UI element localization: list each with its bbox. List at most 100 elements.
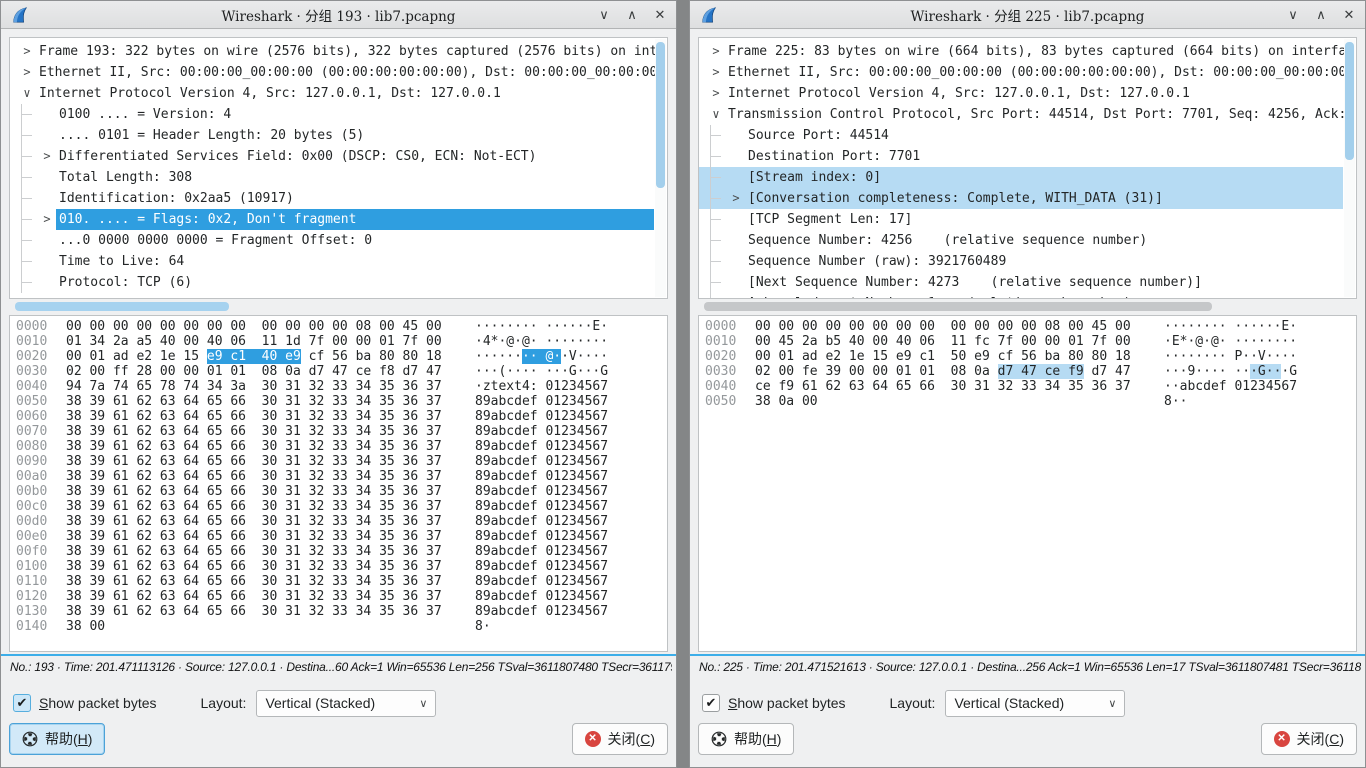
tree-row[interactable]: [Stream index: 0] bbox=[699, 167, 1343, 188]
chevron-collapsed-icon[interactable]: > bbox=[707, 62, 725, 83]
show-packet-bytes-checkbox[interactable]: ✔ bbox=[13, 694, 31, 712]
packet-detail-tree[interactable]: >Frame 225: 83 bytes on wire (664 bits),… bbox=[698, 37, 1357, 299]
hex-row[interactable]: 00b038 39 61 62 63 64 65 66 30 31 32 33 … bbox=[10, 484, 667, 499]
hex-ascii: 89abcdef 01234567 bbox=[475, 439, 608, 454]
hex-row[interactable]: 00e038 39 61 62 63 64 65 66 30 31 32 33 … bbox=[10, 529, 667, 544]
tree-vertical-scrollbar[interactable] bbox=[655, 39, 666, 297]
tree-row[interactable]: >Frame 225: 83 bytes on wire (664 bits),… bbox=[699, 41, 1343, 62]
maximize-window-icon[interactable]: ∧ bbox=[1313, 1, 1329, 29]
hex-row[interactable]: 014038 008· bbox=[10, 619, 667, 634]
chevron-collapsed-icon[interactable]: > bbox=[707, 83, 725, 104]
close-button[interactable]: ✕ 关闭(C) bbox=[1261, 723, 1357, 755]
tree-row[interactable]: [Next Sequence Number: 4273 (relative se… bbox=[699, 272, 1343, 293]
hex-row[interactable]: 003002 00 ff 28 00 00 01 01 08 0a d7 47 … bbox=[10, 364, 667, 379]
ascii: 89abcdef 01234567 bbox=[475, 394, 608, 409]
hex-row[interactable]: 00d038 39 61 62 63 64 65 66 30 31 32 33 … bbox=[10, 514, 667, 529]
tree-row[interactable]: Source Port: 44514 bbox=[699, 125, 1343, 146]
chevron-collapsed-icon[interactable]: > bbox=[707, 41, 725, 62]
tree-row[interactable]: [TCP Segment Len: 17] bbox=[699, 209, 1343, 230]
tree-row[interactable]: 0100 .... = Version: 4 bbox=[10, 104, 654, 125]
hex-row[interactable]: 009038 39 61 62 63 64 65 66 30 31 32 33 … bbox=[10, 454, 667, 469]
scrollbar-thumb[interactable] bbox=[704, 302, 1212, 311]
tree-row-label: Internet Protocol Version 4, Src: 127.0.… bbox=[725, 83, 1193, 104]
hex-row[interactable]: 001000 45 2a b5 40 00 40 06 11 fc 7f 00 … bbox=[699, 334, 1356, 349]
hex-row[interactable]: 004094 7a 74 65 78 74 34 3a 30 31 32 33 … bbox=[10, 379, 667, 394]
hex-bytes: 38 39 61 62 63 64 65 66 30 31 32 33 34 3… bbox=[66, 574, 451, 589]
chevron-collapsed-icon[interactable]: > bbox=[38, 209, 56, 230]
layout-dropdown[interactable]: Vertical (Stacked) ∨ bbox=[256, 690, 436, 717]
hex-row[interactable]: 011038 39 61 62 63 64 65 66 30 31 32 33 … bbox=[10, 574, 667, 589]
tree-row[interactable]: >Ethernet II, Src: 00:00:00_00:00:00 (00… bbox=[699, 62, 1343, 83]
packet-bytes-hexdump[interactable]: 000000 00 00 00 00 00 00 00 00 00 00 00 … bbox=[698, 315, 1357, 652]
tree-row[interactable]: Protocol: TCP (6) bbox=[10, 272, 654, 293]
chevron-collapsed-icon[interactable]: > bbox=[38, 146, 56, 167]
hex-row[interactable]: 000000 00 00 00 00 00 00 00 00 00 00 00 … bbox=[699, 319, 1356, 334]
help-button[interactable]: 帮助(H) bbox=[9, 723, 105, 755]
tree-row[interactable]: Time to Live: 64 bbox=[10, 251, 654, 272]
tree-row[interactable]: Total Length: 308 bbox=[10, 167, 654, 188]
chevron-collapsed-icon[interactable]: > bbox=[18, 41, 36, 62]
hex-offset: 00f0 bbox=[16, 544, 58, 559]
hex-row[interactable]: 003002 00 fe 39 00 00 01 01 08 0a d7 47 … bbox=[699, 364, 1356, 379]
tree-row[interactable]: Identification: 0x2aa5 (10917) bbox=[10, 188, 654, 209]
shade-window-icon[interactable]: ∨ bbox=[596, 1, 612, 29]
chevron-expanded-icon[interactable]: ∨ bbox=[18, 83, 36, 104]
close-window-icon[interactable]: ✕ bbox=[652, 1, 668, 29]
packet-bytes-hexdump[interactable]: 000000 00 00 00 00 00 00 00 00 00 00 00 … bbox=[9, 315, 668, 652]
tree-row[interactable]: Sequence Number: 4256 (relative sequence… bbox=[699, 230, 1343, 251]
hex-row[interactable]: 00f038 39 61 62 63 64 65 66 30 31 32 33 … bbox=[10, 544, 667, 559]
tree-row[interactable]: Destination Port: 7701 bbox=[699, 146, 1343, 167]
chevron-collapsed-icon[interactable]: > bbox=[18, 62, 36, 83]
tree-row[interactable]: Sequence Number (raw): 3921760489 bbox=[699, 251, 1343, 272]
expander-placeholder bbox=[38, 230, 56, 251]
tree-row[interactable]: ∨Transmission Control Protocol, Src Port… bbox=[699, 104, 1343, 125]
tree-row[interactable]: >010. .... = Flags: 0x2, Don't fragment bbox=[10, 209, 654, 230]
tree-row-label: Source Port: 44514 bbox=[745, 125, 892, 146]
hex-row[interactable]: 012038 39 61 62 63 64 65 66 30 31 32 33 … bbox=[10, 589, 667, 604]
hex-row[interactable]: 005038 0a 008·· bbox=[699, 394, 1356, 409]
shade-window-icon[interactable]: ∨ bbox=[1285, 1, 1301, 29]
titlebar[interactable]: Wireshark · 分组 193 · lib7.pcapng ∨ ∧ ✕ bbox=[1, 1, 676, 29]
tree-row[interactable]: >Internet Protocol Version 4, Src: 127.0… bbox=[699, 83, 1343, 104]
hex-row[interactable]: 008038 39 61 62 63 64 65 66 30 31 32 33 … bbox=[10, 439, 667, 454]
ascii: 89abcdef 01234567 bbox=[475, 604, 608, 619]
hex-row[interactable]: 006038 39 61 62 63 64 65 66 30 31 32 33 … bbox=[10, 409, 667, 424]
tree-row[interactable]: >Ethernet II, Src: 00:00:00_00:00:00 (00… bbox=[10, 62, 654, 83]
tree-row[interactable]: Acknowledgment Number: 1 (relative ack n… bbox=[699, 293, 1343, 299]
close-button[interactable]: ✕ 关闭(C) bbox=[572, 723, 668, 755]
show-packet-bytes-checkbox[interactable]: ✔ bbox=[702, 694, 720, 712]
help-button[interactable]: 帮助(H) bbox=[698, 723, 794, 755]
bytes: 01 34 2a a5 40 00 40 06 11 1d 7f 00 00 0… bbox=[66, 334, 442, 349]
tree-row[interactable]: >[Conversation completeness: Complete, W… bbox=[699, 188, 1343, 209]
tree-row[interactable]: >Differentiated Services Field: 0x00 (DS… bbox=[10, 146, 654, 167]
hex-row[interactable]: 0040ce f9 61 62 63 64 65 66 30 31 32 33 … bbox=[699, 379, 1356, 394]
scrollbar-thumb[interactable] bbox=[656, 42, 665, 188]
hex-row[interactable]: 005038 39 61 62 63 64 65 66 30 31 32 33 … bbox=[10, 394, 667, 409]
layout-dropdown[interactable]: Vertical (Stacked) ∨ bbox=[945, 690, 1125, 717]
hex-row[interactable]: 002000 01 ad e2 1e 15 e9 c1 50 e9 cf 56 … bbox=[699, 349, 1356, 364]
tree-horizontal-scrollbar[interactable] bbox=[9, 301, 668, 313]
hex-row[interactable]: 013038 39 61 62 63 64 65 66 30 31 32 33 … bbox=[10, 604, 667, 619]
tree-vertical-scrollbar[interactable] bbox=[1344, 39, 1355, 297]
titlebar[interactable]: Wireshark · 分组 225 · lib7.pcapng ∨ ∧ ✕ bbox=[690, 1, 1365, 29]
hex-row[interactable]: 00c038 39 61 62 63 64 65 66 30 31 32 33 … bbox=[10, 499, 667, 514]
hex-row[interactable]: 00a038 39 61 62 63 64 65 66 30 31 32 33 … bbox=[10, 469, 667, 484]
scrollbar-thumb[interactable] bbox=[15, 302, 229, 311]
focus-separator-line bbox=[690, 654, 1365, 656]
tree-row[interactable]: ∨Internet Protocol Version 4, Src: 127.0… bbox=[10, 83, 654, 104]
chevron-collapsed-icon[interactable]: > bbox=[727, 188, 745, 209]
chevron-expanded-icon[interactable]: ∨ bbox=[707, 104, 725, 125]
scrollbar-thumb[interactable] bbox=[1345, 42, 1354, 160]
hex-row[interactable]: 001001 34 2a a5 40 00 40 06 11 1d 7f 00 … bbox=[10, 334, 667, 349]
tree-row[interactable]: >Frame 193: 322 bytes on wire (2576 bits… bbox=[10, 41, 654, 62]
tree-row[interactable]: ...0 0000 0000 0000 = Fragment Offset: 0 bbox=[10, 230, 654, 251]
tree-row[interactable]: .... 0101 = Header Length: 20 bytes (5) bbox=[10, 125, 654, 146]
hex-row[interactable]: 010038 39 61 62 63 64 65 66 30 31 32 33 … bbox=[10, 559, 667, 574]
hex-row[interactable]: 002000 01 ad e2 1e 15 e9 c1 40 e9 cf 56 … bbox=[10, 349, 667, 364]
close-window-icon[interactable]: ✕ bbox=[1341, 1, 1357, 29]
hex-row[interactable]: 007038 39 61 62 63 64 65 66 30 31 32 33 … bbox=[10, 424, 667, 439]
hex-row[interactable]: 000000 00 00 00 00 00 00 00 00 00 00 00 … bbox=[10, 319, 667, 334]
tree-horizontal-scrollbar[interactable] bbox=[698, 301, 1357, 313]
maximize-window-icon[interactable]: ∧ bbox=[624, 1, 640, 29]
packet-detail-tree[interactable]: >Frame 193: 322 bytes on wire (2576 bits… bbox=[9, 37, 668, 299]
